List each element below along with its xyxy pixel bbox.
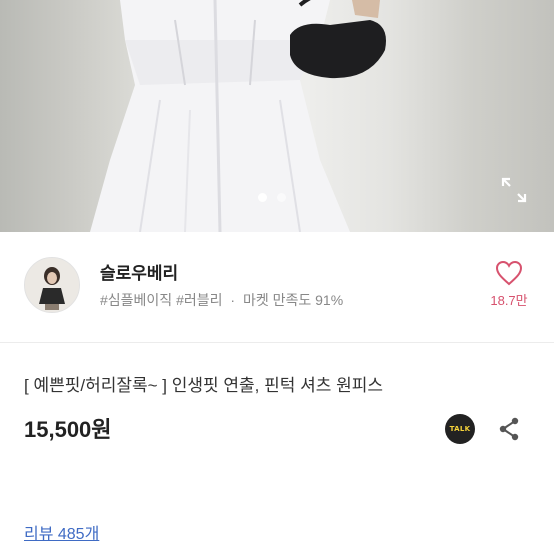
seller-tag[interactable]: #심플베이직 (100, 292, 172, 308)
seller-name[interactable]: 슬로우베리 (100, 259, 178, 284)
kakao-talk-button[interactable]: TALK (445, 414, 475, 444)
tag-separator: · (230, 292, 236, 308)
seller-tags: #심플베이직 #러블리 · 마켓 만족도 91% (100, 290, 343, 310)
seller-avatar[interactable] (24, 257, 80, 313)
seller-tag[interactable]: #러블리 (176, 292, 222, 308)
like-button[interactable]: 18.7만 (486, 260, 532, 309)
like-count: 18.7만 (490, 293, 528, 308)
pagination-dot-active[interactable] (258, 193, 267, 202)
heart-icon (495, 260, 523, 286)
expand-icon[interactable] (500, 176, 528, 204)
gallery-pagination (258, 193, 286, 202)
seller-section: 슬로우베리 #심플베이직 #러블리 · 마켓 만족도 91% 18.7만 (0, 232, 554, 342)
share-icon[interactable] (496, 416, 522, 442)
market-satisfaction: 마켓 만족도 91% (242, 292, 344, 308)
product-image[interactable] (0, 0, 554, 232)
review-link[interactable]: 리뷰 485개 (24, 520, 99, 544)
product-title: [ 예쁜핏/허리잘록~ ] 인생핏 연출, 핀턱 셔츠 원피스 (24, 376, 384, 395)
section-divider (0, 342, 554, 343)
pagination-dot[interactable] (277, 193, 286, 202)
product-price: 15,500원 (24, 417, 112, 442)
